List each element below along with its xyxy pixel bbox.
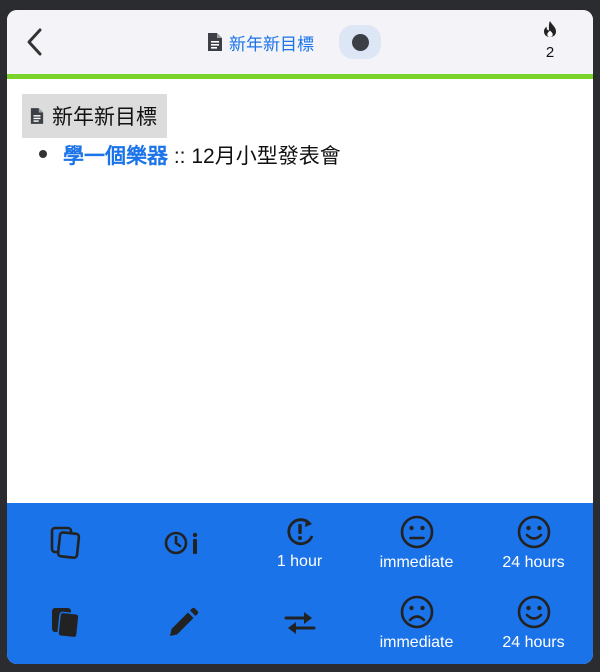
flame-icon: [544, 21, 556, 37]
bullet-point: [39, 150, 47, 158]
edit-button[interactable]: [124, 583, 241, 663]
copy-outline-icon: [50, 526, 80, 559]
copy-filled-icon: [51, 608, 80, 639]
top-bar: 新年新目標 2: [7, 10, 593, 74]
rate-good-label: 24 hours: [502, 634, 565, 651]
rate-easy-button[interactable]: 24 hours: [475, 503, 592, 583]
face-smile-icon: [517, 515, 550, 549]
app-window: 新年新目標 2 新年新目標 學一個樂器 :: 12月小型發表會 1 hour i…: [7, 10, 593, 664]
rate-neutral-label: immediate: [379, 554, 454, 571]
pencil-icon: [169, 607, 198, 636]
copy-button[interactable]: [7, 503, 124, 583]
chevron-left-icon: [27, 28, 42, 56]
back-button[interactable]: [21, 26, 49, 58]
repeat-alert-icon: [286, 518, 313, 546]
repeat-alert-label: 1 hour: [276, 553, 323, 570]
schedule-info-button[interactable]: [124, 503, 241, 583]
page-title: 新年新目標: [207, 28, 314, 56]
note-heading-text: 新年新目標: [52, 106, 157, 129]
rate-hard-button[interactable]: immediate: [358, 583, 475, 663]
item-detail: :: 12月小型發表會: [168, 145, 341, 168]
bottom-toolbar: 1 hour immediate 24 hours immediate 24 h…: [7, 503, 593, 664]
face-sad-icon: [400, 595, 433, 629]
document-icon: [208, 33, 222, 51]
rate-easy-label: 24 hours: [502, 554, 565, 571]
note-heading[interactable]: 新年新目標: [22, 94, 167, 138]
streak-count: 2: [545, 44, 555, 61]
page-title-text: 新年新目標: [229, 34, 314, 54]
streak-counter[interactable]: 2: [537, 20, 563, 70]
rate-good-button[interactable]: 24 hours: [475, 583, 592, 663]
duplicate-button[interactable]: [7, 583, 124, 663]
clock-info-icon: [164, 531, 197, 555]
face-smile-icon: [517, 595, 550, 629]
swap-arrows-icon: [284, 612, 315, 634]
note-content: 新年新目標 學一個樂器 :: 12月小型發表會: [7, 79, 593, 503]
face-neutral-icon: [400, 515, 433, 549]
swap-button[interactable]: [241, 583, 358, 663]
document-icon: [30, 108, 44, 124]
record-button[interactable]: [339, 25, 381, 59]
rate-neutral-button[interactable]: immediate: [358, 503, 475, 583]
list-item: 學一個樂器 :: 12月小型發表會: [63, 140, 341, 170]
record-dot-icon: [351, 33, 369, 51]
repeat-alert-button[interactable]: 1 hour: [241, 503, 358, 583]
item-link[interactable]: 學一個樂器: [63, 145, 168, 168]
rate-hard-label: immediate: [379, 634, 454, 651]
